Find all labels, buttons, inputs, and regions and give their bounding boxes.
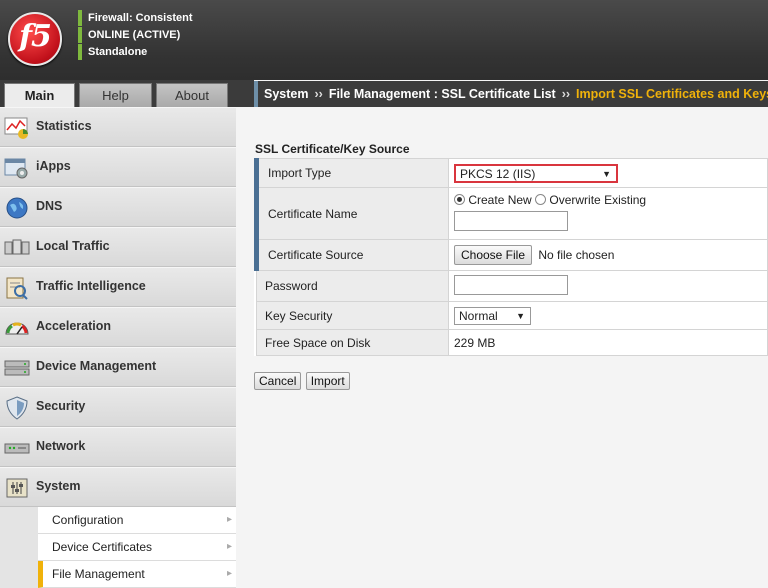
- tab-help[interactable]: Help: [79, 83, 152, 107]
- sidebar-item-system[interactable]: System: [0, 467, 236, 507]
- status-standalone: Standalone: [78, 44, 147, 60]
- top-tabs: Main Help About: [0, 80, 236, 107]
- sidebar-item-statistics[interactable]: Statistics: [0, 107, 236, 147]
- row-import-type: Import Type PKCS 12 (IIS) ▼: [254, 158, 768, 188]
- sidebar-item-label: Local Traffic: [36, 239, 110, 253]
- row-certificate-name: Certificate Name Create New Overwrite Ex…: [254, 187, 768, 240]
- key-security-label: Key Security: [256, 301, 449, 330]
- import-button[interactable]: Import: [305, 372, 350, 390]
- sidebar: Statistics iApps DNS Local Traffic Traff…: [0, 107, 236, 588]
- dropdown-arrow-icon: ▼: [516, 310, 525, 321]
- certificate-name-input[interactable]: [454, 211, 568, 231]
- file-status-text: No file chosen: [538, 248, 615, 262]
- breadcrumb-system[interactable]: System: [264, 87, 308, 101]
- password-label: Password: [256, 270, 449, 302]
- sidebar-item-local-traffic[interactable]: Local Traffic: [0, 227, 236, 267]
- sidebar-item-traffic-intelligence[interactable]: Traffic Intelligence: [0, 267, 236, 307]
- sidebar-item-label: Traffic Intelligence: [36, 279, 146, 293]
- sidebar-subitem-configuration[interactable]: Configuration ▸: [38, 507, 236, 534]
- sidebar-subitem-label: File Management: [52, 567, 145, 581]
- row-free-space: Free Space on Disk 229 MB: [256, 329, 768, 356]
- import-type-select[interactable]: PKCS 12 (IIS) ▼: [454, 163, 618, 183]
- device-management-icon: [4, 360, 30, 376]
- sidebar-item-label: System: [36, 479, 81, 493]
- breadcrumb: System ›› File Management : SSL Certificat…: [254, 81, 768, 107]
- sidebar-subitem-label: Device Certificates: [52, 540, 153, 554]
- key-security-value: Normal: [459, 308, 498, 323]
- form-buttons: Cancel Import: [254, 372, 351, 390]
- shield-icon: [6, 396, 28, 420]
- create-new-radio[interactable]: [454, 194, 465, 205]
- overwrite-existing-radio[interactable]: [535, 194, 547, 205]
- breadcrumb-separator: ››: [314, 87, 323, 101]
- certificate-name-label: Certificate Name: [254, 187, 449, 240]
- sidebar-item-label: DNS: [36, 199, 63, 213]
- section-title: SSL Certificate/Key Source: [255, 142, 410, 156]
- logo-text: f5: [19, 19, 52, 54]
- choose-file-button[interactable]: Choose File: [454, 245, 532, 265]
- traffic-intelligence-icon: [6, 277, 28, 300]
- sidebar-item-iapps[interactable]: iApps: [0, 147, 236, 187]
- sidebar-subitem-file-management[interactable]: File Management ▸: [38, 561, 236, 588]
- status-firewall: Firewall: Consistent: [78, 10, 193, 26]
- tab-about[interactable]: About: [156, 83, 228, 107]
- row-password: Password: [256, 270, 768, 302]
- system-icon: [6, 478, 28, 498]
- sidebar-item-network[interactable]: Network: [0, 427, 236, 467]
- key-security-select[interactable]: Normal ▼: [454, 306, 531, 325]
- overwrite-existing-label: Overwrite Existing: [549, 193, 647, 207]
- breadcrumb-current: Import SSL Certificates and Keys: [576, 87, 768, 101]
- row-certificate-source: Certificate Source Choose File No file c…: [254, 239, 768, 271]
- sidebar-item-security[interactable]: Security: [0, 387, 236, 427]
- tab-main[interactable]: Main: [4, 83, 75, 107]
- gauge-icon: [5, 322, 29, 335]
- sidebar-item-dns[interactable]: DNS: [0, 187, 236, 227]
- sidebar-item-label: Statistics: [36, 119, 92, 133]
- breadcrumb-separator: ››: [561, 87, 571, 101]
- sidebar-item-acceleration[interactable]: Acceleration: [0, 307, 236, 347]
- sidebar-item-label: Device Management: [36, 359, 157, 373]
- dropdown-arrow-icon: ▼: [602, 168, 611, 179]
- header-gap: [236, 80, 254, 107]
- local-traffic-icon: [4, 239, 30, 255]
- cancel-button[interactable]: Cancel: [254, 372, 302, 390]
- chevron-right-icon: ▸: [226, 568, 232, 579]
- f5-logo[interactable]: f5: [8, 12, 62, 66]
- password-input[interactable]: [454, 274, 568, 295]
- sidebar-item-label: Acceleration: [36, 319, 112, 333]
- globe-icon: [6, 197, 28, 219]
- import-type-label: Import Type: [254, 158, 449, 188]
- sidebar-item-label: Security: [36, 399, 86, 413]
- sidebar-item-label: iApps: [36, 159, 71, 173]
- row-key-security: Key Security Normal ▼: [256, 301, 768, 330]
- sidebar-subitem-device-certificates[interactable]: Device Certificates ▸: [38, 534, 236, 561]
- chevron-right-icon: ▸: [226, 514, 232, 525]
- import-form-table: Import Type PKCS 12 (IIS) ▼ Certificate N…: [254, 158, 768, 356]
- statistics-icon: [4, 117, 28, 139]
- iapps-icon: [4, 158, 28, 179]
- certificate-source-label: Certificate Source: [254, 239, 449, 271]
- breadcrumb-ssl-list[interactable]: File Management : SSL Certificate List: [329, 87, 556, 101]
- chevron-right-icon: ▸: [226, 541, 232, 552]
- network-icon: [4, 443, 30, 454]
- sidebar-item-label: Network: [36, 439, 86, 453]
- header-banner: f5 Firewall: Consistent ONLINE (ACTIVE) …: [0, 0, 768, 80]
- sidebar-subitem-label: Configuration: [52, 513, 124, 527]
- free-space-label: Free Space on Disk: [256, 329, 449, 356]
- free-space-value: 229 MB: [448, 329, 768, 356]
- create-new-label: Create New: [468, 193, 532, 207]
- status-online: ONLINE (ACTIVE): [78, 27, 180, 43]
- main-content: SSL Certificate/Key Source Import Type P…: [237, 107, 768, 588]
- sidebar-item-device-management[interactable]: Device Management: [0, 347, 236, 387]
- import-type-value: PKCS 12 (IIS): [460, 166, 536, 181]
